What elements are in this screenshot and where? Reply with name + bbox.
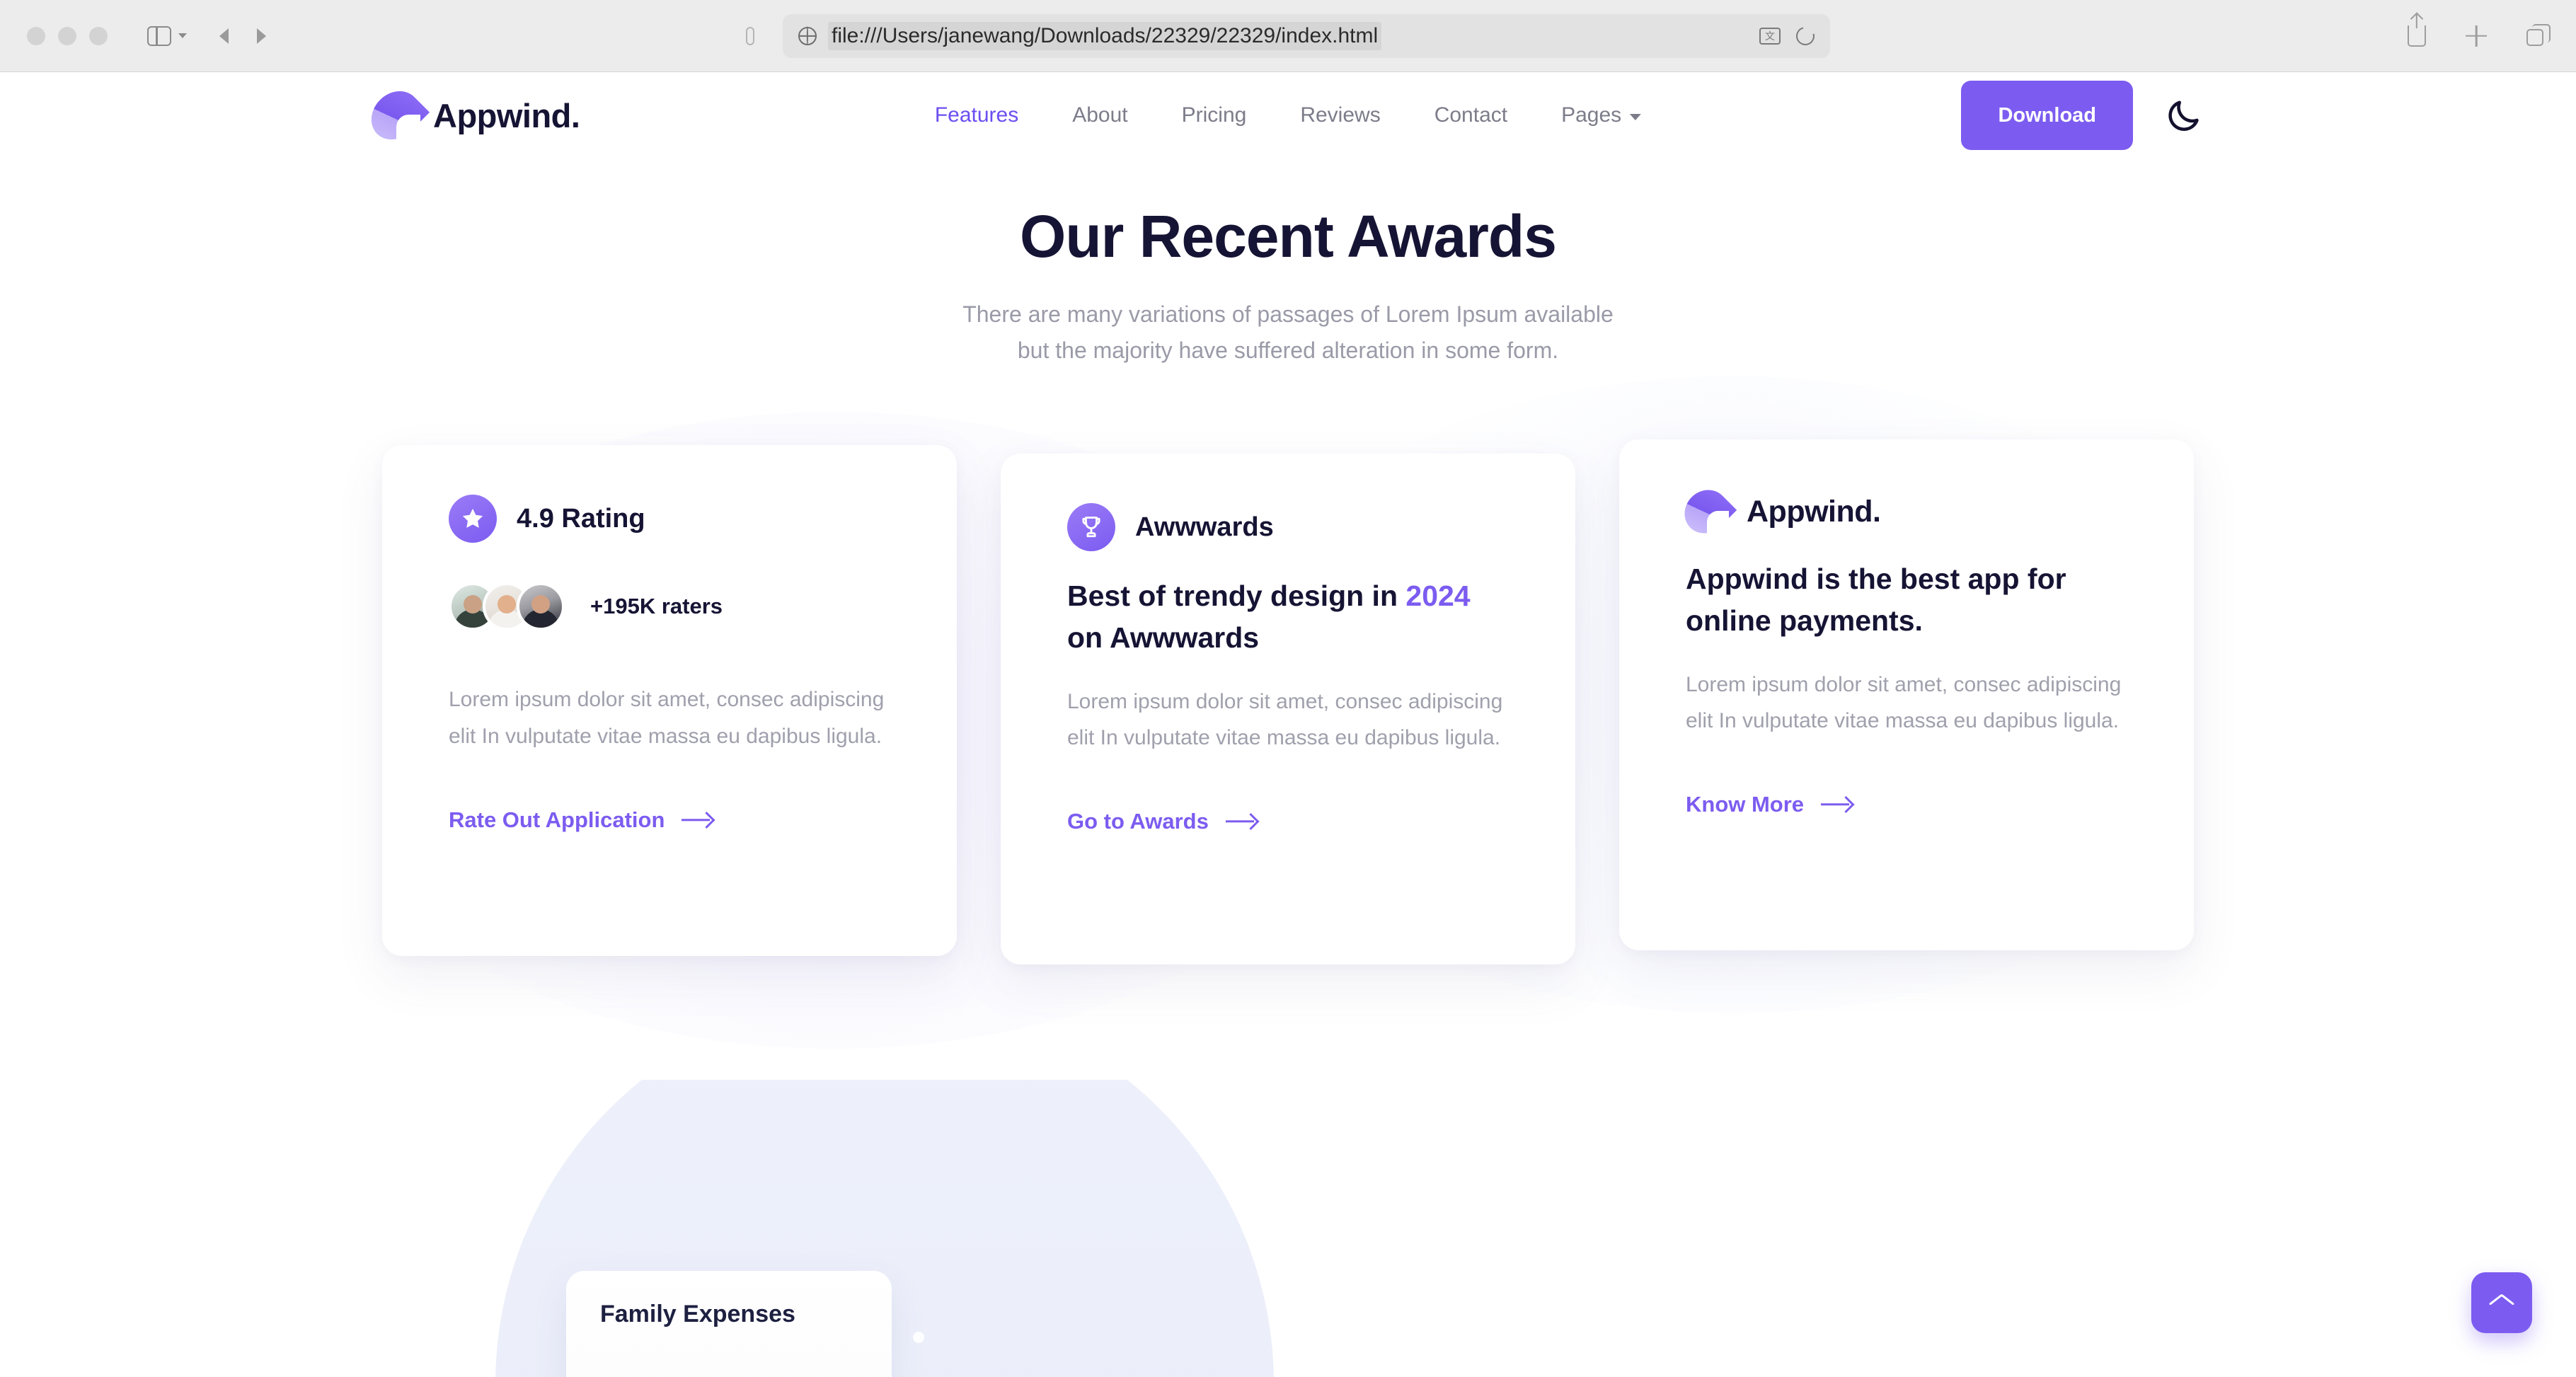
appwind-logo-icon [1675, 481, 1737, 543]
back-arrow-icon[interactable] [219, 28, 229, 44]
globe-icon [798, 26, 817, 45]
awards-card-grid: 4.9 Rating +195K raters Lorem ipsum dolo… [0, 439, 2576, 965]
close-window-button[interactable] [27, 26, 45, 45]
moon-icon [2168, 100, 2199, 131]
bottom-preview-section: Family Expenses [0, 1080, 2576, 1377]
plus-icon[interactable] [2466, 25, 2487, 47]
trophy-badge [1067, 503, 1115, 552]
tab-overview-icon[interactable] [2526, 24, 2551, 46]
chevron-up-icon [2490, 1296, 2514, 1309]
hero-section: Our Recent Awards There are many variati… [0, 202, 2576, 369]
nav-item-pages[interactable]: Pages [1534, 103, 1668, 127]
chevron-down-icon [1630, 113, 1642, 120]
avatar-group [449, 582, 565, 631]
star-icon [462, 509, 483, 529]
trophy-icon [1082, 517, 1100, 538]
card-heading: Appwind is the best app for online payme… [1686, 563, 2066, 637]
card-heading-post: on Awwwards [1067, 621, 1260, 654]
page-content: Appwind. Features About Pricing Reviews … [0, 72, 2576, 1377]
nav-item-features[interactable]: Features [908, 103, 1045, 127]
award-card-awwwards: Awwwards Best of trendy design in 2024 o… [1001, 454, 1575, 965]
page-title: Our Recent Awards [1020, 203, 1557, 270]
privacy-shield-icon [746, 26, 754, 45]
card-description: Lorem ipsum dolor sit amet, consec adipi… [1067, 689, 1503, 750]
card-title: Appwind. [1747, 494, 1881, 529]
address-bar[interactable]: file:///Users/janewang/Downloads/22329/2… [783, 13, 1830, 58]
site-header: Appwind. Features About Pricing Reviews … [0, 72, 2576, 159]
chevron-down-icon [178, 33, 187, 38]
raters-row: +195K raters [449, 582, 890, 631]
url-text[interactable]: file:///Users/janewang/Downloads/22329/2… [828, 21, 1382, 50]
scroll-to-top-button[interactable] [2471, 1272, 2532, 1333]
card-description: Lorem ipsum dolor sit amet, consec adipi… [1686, 672, 2122, 733]
card-heading: Best of trendy design in 2024 on Awwward… [1067, 575, 1509, 657]
card-header: Appwind. [1675, 481, 2127, 543]
browser-toolbar-left [0, 25, 266, 46]
hero-subtitle: There are many variations of passages of… [0, 296, 2576, 369]
browser-navigation[interactable] [219, 28, 266, 44]
arrow-right-icon [1821, 797, 1853, 812]
nav-item-contact[interactable]: Contact [1408, 103, 1534, 127]
browser-toolbar-right [2408, 24, 2551, 47]
window-traffic-lights[interactable] [27, 26, 108, 45]
arrow-right-icon [1226, 814, 1258, 829]
rate-out-application-link[interactable]: Rate Out Application [449, 807, 890, 833]
raters-count: +195K raters [590, 594, 723, 619]
share-icon[interactable] [2408, 25, 2426, 47]
reload-icon[interactable] [1793, 23, 1818, 49]
know-more-link[interactable]: Know More [1686, 792, 2127, 817]
forward-arrow-icon[interactable] [257, 28, 266, 44]
header-actions: Download [1961, 81, 2202, 150]
go-to-awards-link[interactable]: Go to Awards [1067, 809, 1509, 834]
nav-item-reviews[interactable]: Reviews [1273, 103, 1407, 127]
card-title: Awwwards [1135, 512, 1274, 542]
decorative-dot [913, 1332, 924, 1343]
card-description: Lorem ipsum dolor sit amet, consec adipi… [449, 688, 885, 748]
nav-item-pricing[interactable]: Pricing [1155, 103, 1274, 127]
card-title: 4.9 Rating [517, 503, 645, 534]
arrow-right-icon [682, 812, 714, 828]
address-bar-container: file:///Users/janewang/Downloads/22329/2… [746, 13, 1830, 58]
brand-name: Appwind. [433, 96, 580, 134]
card-header: Awwwards [1067, 503, 1509, 552]
address-bar-actions [1759, 23, 1818, 49]
hero-subtitle-line2: but the majority have suffered alteratio… [1017, 338, 1559, 364]
nav-item-pages-label: Pages [1561, 103, 1622, 127]
card-link-label: Go to Awards [1067, 809, 1209, 834]
appwind-logo-icon [361, 81, 430, 150]
sidebar-toggle-button[interactable] [147, 25, 187, 46]
translate-icon[interactable] [1759, 27, 1781, 45]
card-link-label: Rate Out Application [449, 807, 665, 832]
main-navigation: Features About Pricing Reviews Contact P… [908, 103, 1668, 127]
card-heading-highlight: 2024 [1405, 580, 1471, 613]
avatar [517, 582, 565, 631]
nav-item-about[interactable]: About [1045, 103, 1154, 127]
family-expenses-title: Family Expenses [600, 1301, 795, 1327]
star-badge [449, 495, 497, 543]
hero-subtitle-line1: There are many variations of passages of… [962, 301, 1614, 327]
card-header: 4.9 Rating [449, 495, 890, 543]
maximize-window-button[interactable] [89, 26, 108, 45]
minimize-window-button[interactable] [58, 26, 76, 45]
family-expenses-card: Family Expenses [566, 1271, 892, 1377]
browser-toolbar: file:///Users/janewang/Downloads/22329/2… [0, 0, 2576, 72]
card-heading-pre: Best of trendy design in [1067, 580, 1406, 613]
sidebar-icon [147, 25, 171, 46]
site-logo[interactable]: Appwind. [361, 81, 580, 150]
card-link-label: Know More [1686, 792, 1805, 817]
download-button[interactable]: Download [1961, 81, 2133, 150]
award-card-appwind: Appwind. Appwind is the best app for onl… [1619, 439, 2194, 951]
award-card-rating: 4.9 Rating +195K raters Lorem ipsum dolo… [382, 445, 957, 957]
dark-mode-toggle[interactable] [2166, 97, 2202, 134]
